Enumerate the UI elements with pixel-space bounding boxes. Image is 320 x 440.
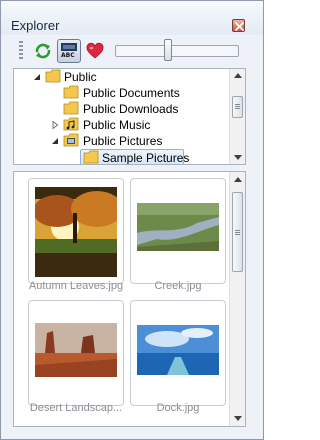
pictures-folder-icon [63, 133, 79, 147]
thumbnail-names-icon [61, 43, 77, 51]
tree-item-label: Public Documents [83, 86, 180, 100]
zoom-slider-thumb[interactable] [164, 39, 172, 61]
scroll-down-icon[interactable] [234, 155, 242, 160]
thumbnail-view: Autumn Leaves.jpg Creek.jpg Desert Lands… [13, 171, 246, 427]
refresh-button[interactable] [31, 39, 55, 63]
tree-item-public-downloads[interactable]: Public Downloads [14, 101, 230, 117]
thumbnail-caption: Autumn Leaves.jpg [28, 280, 124, 292]
zoom-slider[interactable] [115, 45, 239, 57]
favorite-button[interactable] [83, 39, 107, 63]
thumbnail-image [137, 309, 219, 399]
tree-scroll-thumb[interactable] [232, 96, 243, 118]
thumbnail-scrollbar[interactable] [229, 172, 245, 426]
thumbnail-scroll-thumb[interactable] [232, 192, 243, 272]
scroll-down-icon[interactable] [234, 416, 242, 421]
expand-arrow-icon[interactable] [51, 137, 59, 145]
tree-item-public-music[interactable]: Public Music [14, 117, 230, 133]
folder-icon [63, 101, 79, 115]
window-title: Explorer [11, 18, 60, 33]
close-icon [235, 22, 244, 31]
thumbnail-image [35, 309, 117, 399]
thumbnail-caption: Creek.jpg [154, 280, 202, 292]
scroll-up-icon[interactable] [234, 177, 242, 182]
tree-item-public-pictures[interactable]: Public Pictures [14, 133, 230, 149]
heart-icon [86, 42, 104, 59]
thumbnail-caption: Dock.jpg [156, 402, 200, 414]
collapsed-arrow-icon[interactable] [51, 121, 59, 129]
tree-item-label: Public Pictures [83, 134, 163, 148]
refresh-icon [35, 43, 51, 59]
tree-item-label: Public Music [83, 118, 151, 132]
tree-item-label: Public [64, 70, 97, 84]
close-button[interactable] [232, 19, 245, 32]
thumbnail-card-creek[interactable] [130, 178, 226, 284]
folder-tree: Public Public Documents Public Downloads… [13, 68, 246, 165]
toolbar-grip[interactable] [19, 41, 23, 61]
thumbnail-card-dock[interactable] [130, 300, 226, 406]
thumbnail-image [137, 187, 219, 277]
thumbnail-card-desert-landscape[interactable] [28, 300, 124, 406]
tree-scrollbar[interactable] [229, 69, 245, 164]
tree-item-public-documents[interactable]: Public Documents [14, 85, 230, 101]
abc-label: ABC [61, 52, 75, 59]
thumbnail-caption: Desert Landscap... [29, 402, 123, 414]
title-bar[interactable]: Explorer [1, 1, 263, 35]
expand-arrow-icon[interactable] [33, 73, 41, 81]
tree-item-sample-pictures[interactable]: Sample Pictures [14, 150, 230, 165]
tree-item-label: Sample Pictures [102, 151, 190, 165]
folder-icon [83, 150, 99, 164]
thumbnail-image [35, 187, 117, 277]
thumbnail-card-autumn-leaves[interactable] [28, 178, 124, 284]
toolbar: ABC [13, 38, 253, 64]
show-names-button[interactable]: ABC [57, 39, 81, 63]
tree-item-label: Public Downloads [83, 102, 179, 116]
music-folder-icon [63, 117, 79, 131]
scroll-up-icon[interactable] [234, 73, 242, 78]
tree-item-public[interactable]: Public [14, 69, 230, 85]
folder-icon [63, 85, 79, 99]
explorer-window: Explorer ABC Public Public Documents Pub… [0, 0, 264, 440]
folder-icon [45, 69, 61, 83]
